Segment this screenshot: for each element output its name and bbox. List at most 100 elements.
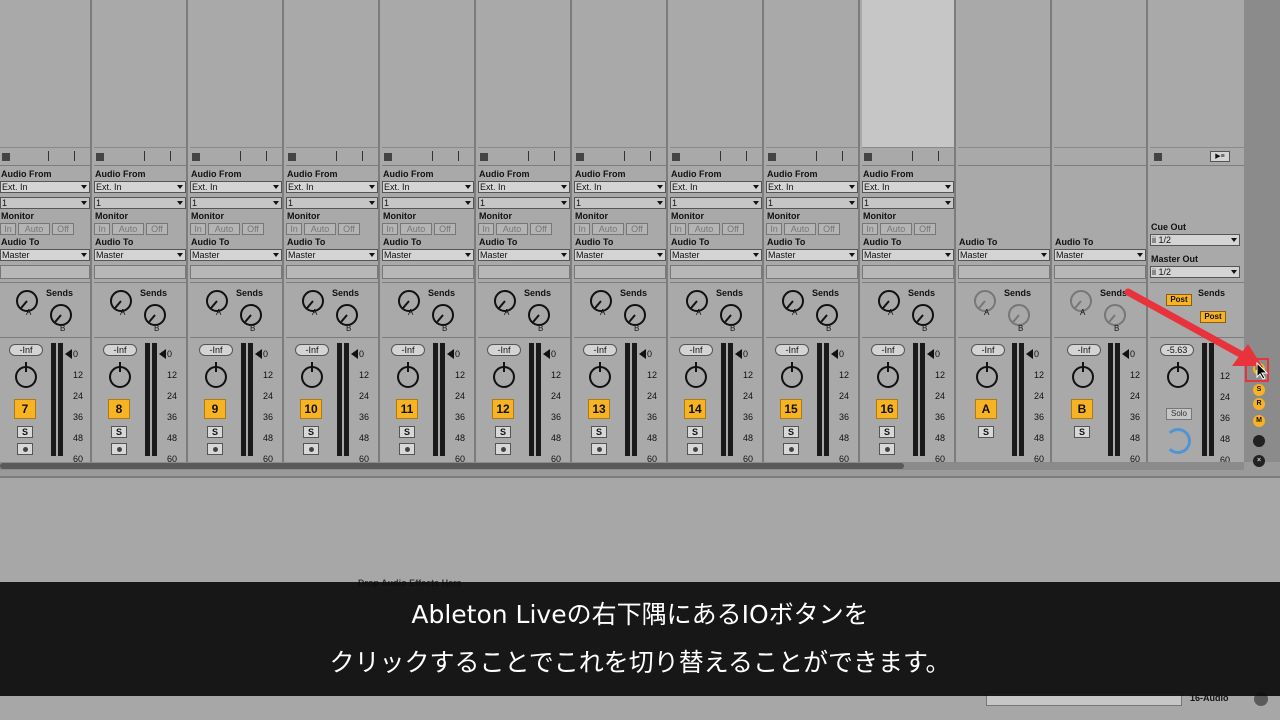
monitor-off-button[interactable]: Off (146, 223, 168, 235)
peak-indicator-icon[interactable] (639, 349, 646, 359)
send-b-knob[interactable] (624, 304, 646, 326)
peak-indicator-icon[interactable] (543, 349, 550, 359)
monitor-auto-button[interactable]: Auto (784, 223, 816, 235)
stop-clip-icon[interactable] (288, 153, 296, 161)
clip-slot-area[interactable] (0, 0, 90, 148)
audio-from-dropdown[interactable]: Ext. In (574, 181, 666, 193)
track-delay-field[interactable] (958, 265, 1050, 279)
track-activator-button[interactable]: 16 (876, 399, 898, 419)
horizontal-scrollbar[interactable] (0, 462, 1244, 470)
pan-knob[interactable] (397, 362, 419, 388)
stop-clip-icon[interactable] (864, 153, 872, 161)
pan-knob[interactable] (589, 362, 611, 388)
monitor-in-button[interactable]: In (574, 223, 590, 235)
clip-slot-area[interactable] (670, 0, 762, 148)
audio-from-dropdown[interactable]: Ext. In (766, 181, 858, 193)
input-channel-dropdown[interactable]: 1 (862, 197, 954, 209)
track-delay-field[interactable] (286, 265, 378, 279)
audio-to-dropdown[interactable]: Master (1054, 249, 1146, 261)
input-channel-dropdown[interactable]: 1 (190, 197, 282, 209)
arm-button[interactable] (17, 443, 33, 455)
peak-indicator-icon[interactable] (927, 349, 934, 359)
track-activator-button[interactable]: 11 (396, 399, 418, 419)
volume-field[interactable]: -Inf (487, 344, 521, 356)
track-delay-field[interactable] (0, 265, 90, 279)
track-activator-button[interactable]: 13 (588, 399, 610, 419)
pan-knob[interactable] (109, 362, 131, 388)
arm-button[interactable] (879, 443, 895, 455)
track-activator-button[interactable]: 14 (684, 399, 706, 419)
clip-slot-area[interactable] (766, 0, 858, 148)
monitor-auto-button[interactable]: Auto (18, 223, 50, 235)
send-b-knob[interactable] (720, 304, 742, 326)
audio-to-dropdown[interactable]: Master (574, 249, 666, 261)
track-activator-button[interactable]: 9 (204, 399, 226, 419)
audio-to-dropdown[interactable]: Master (670, 249, 762, 261)
pan-knob[interactable] (976, 362, 998, 388)
solo-button[interactable]: S (111, 426, 127, 438)
input-channel-dropdown[interactable]: 1 (382, 197, 474, 209)
monitor-off-button[interactable]: Off (818, 223, 840, 235)
audio-from-dropdown[interactable]: Ext. In (670, 181, 762, 193)
volume-field[interactable]: -Inf (295, 344, 329, 356)
clip-slot-area[interactable] (94, 0, 186, 148)
audio-from-dropdown[interactable]: Ext. In (862, 181, 954, 193)
peak-indicator-icon[interactable] (351, 349, 358, 359)
audio-from-dropdown[interactable]: Ext. In (382, 181, 474, 193)
track-activator-button[interactable]: 12 (492, 399, 514, 419)
track-delay-field[interactable] (862, 265, 954, 279)
track-delay-field[interactable] (766, 265, 858, 279)
pan-knob[interactable] (781, 362, 803, 388)
monitor-auto-button[interactable]: Auto (208, 223, 240, 235)
arm-button[interactable] (687, 443, 703, 455)
track-delay-field[interactable] (94, 265, 186, 279)
arm-button[interactable] (207, 443, 223, 455)
audio-to-dropdown[interactable]: Master (862, 249, 954, 261)
peak-indicator-icon[interactable] (447, 349, 454, 359)
send-b-knob[interactable] (50, 304, 72, 326)
audio-to-dropdown[interactable]: Master (478, 249, 570, 261)
monitor-auto-button[interactable]: Auto (112, 223, 144, 235)
audio-to-dropdown[interactable]: Master (94, 249, 186, 261)
arm-button[interactable] (495, 443, 511, 455)
monitor-in-button[interactable]: In (0, 223, 16, 235)
monitor-off-button[interactable]: Off (530, 223, 552, 235)
stop-clip-icon[interactable] (480, 153, 488, 161)
arm-button[interactable] (111, 443, 127, 455)
monitor-in-button[interactable]: In (862, 223, 878, 235)
monitor-auto-button[interactable]: Auto (400, 223, 432, 235)
send-b-knob[interactable] (1104, 304, 1126, 326)
play-selected-scene-button[interactable]: ▶≡ (1210, 151, 1230, 162)
volume-field[interactable]: -Inf (391, 344, 425, 356)
track-delay-field[interactable] (190, 265, 282, 279)
track-activator-button[interactable]: 8 (108, 399, 130, 419)
audio-from-dropdown[interactable]: Ext. In (286, 181, 378, 193)
peak-indicator-icon[interactable] (65, 349, 72, 359)
cue-out-dropdown[interactable]: ii 1/2 (1150, 234, 1240, 246)
send-b-knob[interactable] (432, 304, 454, 326)
track-activator-button[interactable]: 15 (780, 399, 802, 419)
pan-knob[interactable] (205, 362, 227, 388)
audio-to-dropdown[interactable]: Master (190, 249, 282, 261)
monitor-auto-button[interactable]: Auto (880, 223, 912, 235)
volume-field[interactable]: -Inf (871, 344, 905, 356)
monitor-in-button[interactable]: In (382, 223, 398, 235)
clip-slot-area[interactable] (574, 0, 666, 148)
stop-clip-icon[interactable] (192, 153, 200, 161)
solo-button[interactable]: S (1074, 426, 1090, 438)
peak-indicator-icon[interactable] (255, 349, 262, 359)
pan-knob[interactable] (685, 362, 707, 388)
solo-button[interactable]: S (495, 426, 511, 438)
mixer-toggle-button[interactable]: M (1253, 415, 1265, 427)
monitor-in-button[interactable]: In (766, 223, 782, 235)
pan-knob[interactable] (1072, 362, 1094, 388)
solo-button[interactable]: S (17, 426, 33, 438)
master-out-dropdown[interactable]: ii 1/2 (1150, 266, 1240, 278)
monitor-off-button[interactable]: Off (338, 223, 360, 235)
clip-slot-area[interactable] (190, 0, 282, 148)
track-delay-field[interactable] (382, 265, 474, 279)
send-b-knob[interactable] (336, 304, 358, 326)
peak-indicator-icon[interactable] (1026, 349, 1033, 359)
track-delay-field[interactable] (1054, 265, 1146, 279)
audio-to-dropdown[interactable]: Master (382, 249, 474, 261)
